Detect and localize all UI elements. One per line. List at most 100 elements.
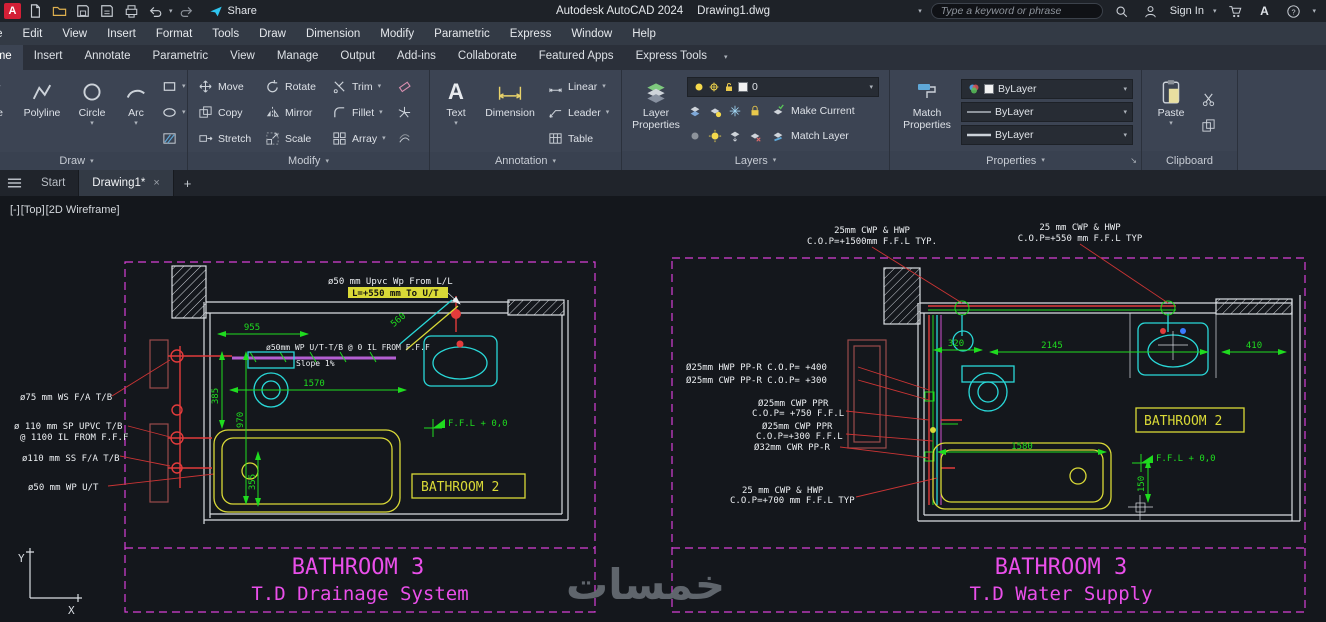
cut-button[interactable] (1197, 87, 1223, 112)
move-button[interactable]: Move (194, 74, 258, 99)
tab-insert[interactable]: Insert (23, 45, 74, 70)
layer-merge-icon[interactable] (727, 128, 743, 144)
paste-button[interactable]: Paste (1148, 74, 1194, 150)
tab-output[interactable]: Output (329, 45, 386, 70)
panel-label-layers[interactable]: Layers (622, 151, 889, 170)
model-space[interactable]: 955 385 970 355 1570 560 F.F.L + 0,0 ø50… (0, 196, 1326, 622)
help-dropdown-icon[interactable] (1312, 8, 1316, 15)
sign-in-dropdown-icon[interactable] (1213, 8, 1217, 15)
line-button[interactable]: Line (0, 74, 14, 151)
tab-view[interactable]: View (219, 45, 266, 70)
tab-collaborate[interactable]: Collaborate (447, 45, 528, 70)
redo-button[interactable] (177, 2, 197, 20)
menu-modify[interactable]: Modify (370, 24, 424, 44)
layer-select[interactable]: 0 (687, 77, 879, 97)
ribbon-options-icon[interactable] (718, 54, 734, 61)
stretch-button[interactable]: Stretch (194, 126, 258, 151)
sign-in-label[interactable]: Sign In (1170, 5, 1204, 17)
file-tabs-menu-button[interactable] (0, 170, 28, 196)
menu-draw[interactable]: Draw (249, 24, 296, 44)
menu-view[interactable]: View (52, 24, 97, 44)
menu-help[interactable]: Help (622, 24, 666, 44)
tab-manage[interactable]: Manage (266, 45, 330, 70)
tab-start[interactable]: Start (28, 170, 80, 196)
hatch-button[interactable] (158, 126, 189, 151)
menu-tools[interactable]: Tools (202, 24, 249, 44)
linear-dimension-button[interactable]: Linear (544, 74, 615, 99)
menu-dimension[interactable]: Dimension (296, 24, 370, 44)
menu-window[interactable]: Window (561, 24, 622, 44)
make-current-button[interactable]: Make Current (767, 100, 858, 122)
undo-dropdown-icon[interactable] (169, 8, 173, 15)
tab-express-tools[interactable]: Express Tools (625, 45, 718, 70)
new-file-button[interactable] (25, 2, 45, 20)
panel-label-draw[interactable]: Draw (0, 152, 187, 170)
linetype-select[interactable]: ByLayer (961, 102, 1133, 122)
match-layer-button[interactable]: Match Layer (767, 125, 852, 147)
plot-button[interactable] (121, 2, 141, 20)
save-as-button[interactable] (97, 2, 117, 20)
object-color-select[interactable]: ByLayer (961, 79, 1133, 99)
trim-button[interactable]: Trim (328, 74, 390, 99)
layer-off-icon[interactable] (687, 128, 703, 144)
lineweight-select[interactable]: ByLayer (961, 125, 1133, 145)
save-button[interactable] (73, 2, 93, 20)
scale-button[interactable]: Scale (261, 126, 325, 151)
layer-lock-icon[interactable] (747, 103, 763, 119)
drawing-canvas[interactable]: [-] [Top] [2D Wireframe] 955 385 970 355… (0, 196, 1326, 622)
tab-drawing1[interactable]: Drawing1* × (79, 170, 174, 196)
menu-format[interactable]: Format (146, 24, 202, 44)
offset-button[interactable] (393, 126, 417, 151)
viewport-view-control[interactable]: [Top] (21, 204, 45, 216)
array-button[interactable]: Array (328, 126, 390, 151)
menu-insert[interactable]: Insert (97, 24, 146, 44)
close-tab-icon[interactable]: × (153, 177, 159, 189)
menu-parametric[interactable]: Parametric (424, 24, 500, 44)
arc-button[interactable]: Arc (117, 74, 155, 151)
cart-button[interactable] (1225, 2, 1245, 20)
title-expand-icon[interactable] (918, 8, 922, 15)
viewport-visual-style-control[interactable]: [2D Wireframe] (46, 204, 120, 216)
rectangle-button[interactable] (158, 74, 189, 99)
match-properties-button[interactable]: Match Properties (896, 74, 958, 150)
menu-file[interactable]: File (0, 24, 13, 44)
ellipse-button[interactable] (158, 100, 189, 125)
layer-freeze-icon[interactable] (727, 103, 743, 119)
panel-label-annotation[interactable]: Annotation (430, 152, 621, 170)
tab-home[interactable]: Home (0, 45, 23, 70)
layer-isolate-icon[interactable] (707, 103, 723, 119)
tab-annotate[interactable]: Annotate (73, 45, 141, 70)
polyline-button[interactable]: Polyline (17, 74, 67, 151)
mirror-button[interactable]: Mirror (261, 100, 325, 125)
leader-button[interactable]: Leader (544, 100, 615, 125)
layer-state-icon[interactable] (687, 103, 703, 119)
tab-parametric[interactable]: Parametric (142, 45, 220, 70)
dimension-button[interactable]: Dimension (479, 74, 541, 151)
viewport-menu-control[interactable]: [-] (10, 204, 20, 216)
rotate-button[interactable]: Rotate (261, 74, 325, 99)
panel-launcher-icon[interactable]: ↘ (1130, 156, 1137, 165)
panel-label-modify[interactable]: Modify (188, 152, 429, 170)
autocad-logo-icon[interactable] (4, 3, 21, 19)
new-drawing-tab-button[interactable]: + (174, 170, 202, 196)
open-file-button[interactable] (49, 2, 69, 20)
panel-label-properties[interactable]: Properties↘ (890, 151, 1141, 170)
layer-properties-button[interactable]: Layer Properties (628, 74, 684, 150)
layer-on-all-icon[interactable] (707, 128, 723, 144)
search-input[interactable] (930, 3, 1103, 19)
panel-label-clipboard[interactable]: Clipboard (1142, 151, 1237, 170)
user-button[interactable] (1141, 2, 1161, 20)
menu-edit[interactable]: Edit (13, 24, 53, 44)
search-button[interactable] (1112, 2, 1132, 20)
tab-featured-apps[interactable]: Featured Apps (528, 45, 625, 70)
circle-button[interactable]: Circle (70, 74, 114, 151)
explode-button[interactable] (393, 100, 417, 125)
text-button[interactable]: Text (436, 74, 476, 151)
apps-button[interactable] (1254, 2, 1274, 20)
share-button[interactable]: Share (201, 5, 265, 18)
help-button[interactable]: ? (1283, 2, 1303, 20)
table-button[interactable]: Table (544, 126, 615, 151)
copy-button[interactable]: Copy (194, 100, 258, 125)
copy-clip-button[interactable] (1197, 113, 1223, 138)
tab-add-ins[interactable]: Add-ins (386, 45, 447, 70)
